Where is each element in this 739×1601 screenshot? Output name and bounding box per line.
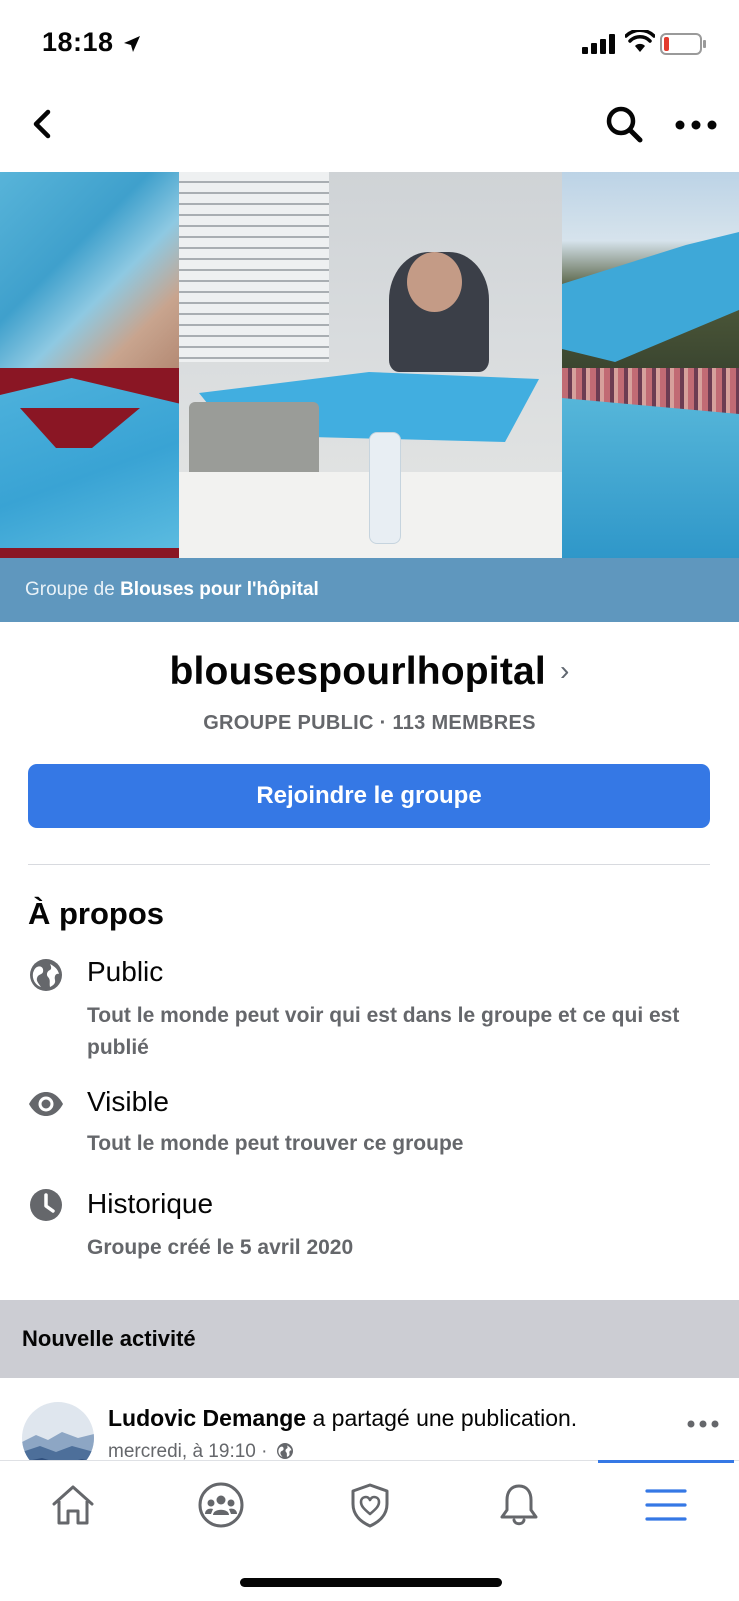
about-item-description: Tout le monde peut voir qui est dans le … [87, 1004, 680, 1059]
activity-label: Nouvelle activité [22, 1326, 196, 1351]
post-time-text: mercredi, à 19:10 · [108, 1441, 268, 1462]
post-more-icon[interactable] [686, 1414, 720, 1434]
group-title[interactable]: blousespourlhopital › [0, 650, 739, 694]
about-item-heading: Public [87, 956, 164, 987]
wifi-icon [625, 30, 655, 52]
cover-photo-outdoor-gown [562, 172, 739, 368]
about-item-description: Tout le monde peut trouver ce groupe [87, 1132, 464, 1155]
cover-caption-prefix: Groupe de [25, 579, 115, 600]
join-group-button[interactable]: Rejoindre le groupe [28, 764, 710, 828]
cover-photo-red-fabric [0, 368, 179, 558]
group-name-text: blousespourlhopital [169, 650, 546, 693]
group-meta: GROUPE PUBLIC · 113 MEMBRES [203, 712, 536, 734]
groups-icon[interactable] [196, 1480, 246, 1530]
about-title: À propos [28, 896, 165, 931]
cellular-signal-icon [582, 34, 615, 54]
battery-low-icon [660, 33, 706, 55]
clock-icon [30, 1189, 62, 1221]
cover-caption-group-name[interactable]: Blouses pour l'hôpital [120, 579, 319, 600]
post-headline: Ludovic Demange a partagé une publicatio… [108, 1405, 577, 1432]
divider [28, 864, 710, 865]
status-time: 18:18 [42, 27, 114, 57]
chevron-right-icon: › [559, 655, 570, 686]
shield-heart-icon[interactable] [345, 1480, 395, 1530]
eye-icon [29, 1092, 63, 1116]
home-icon[interactable] [48, 1480, 98, 1530]
about-item-description: Groupe créé le 5 avril 2020 [87, 1236, 354, 1259]
globe-icon [30, 959, 62, 991]
post-author[interactable]: Ludovic Demange [108, 1405, 306, 1431]
home-indicator[interactable] [240, 1578, 502, 1587]
menu-icon[interactable] [641, 1480, 691, 1530]
active-tab-indicator [598, 1460, 734, 1463]
bell-icon[interactable] [494, 1480, 544, 1530]
search-icon[interactable] [604, 104, 644, 144]
cover-photo-gown-sleeve [0, 172, 179, 368]
cover-photo[interactable] [0, 172, 739, 558]
about-item-heading: Historique [87, 1188, 214, 1219]
cover-caption: Groupe de Blouses pour l'hôpital [0, 558, 739, 622]
back-button[interactable] [22, 104, 62, 144]
globe-icon [276, 1443, 293, 1459]
cover-photo-sewing-workshop [179, 172, 562, 558]
post-action: a partagé une publication. [312, 1405, 578, 1431]
cover-photo-striped-fabric [562, 368, 739, 558]
location-arrow-icon [124, 36, 140, 52]
about-item-heading: Visible [87, 1086, 169, 1117]
more-options-icon[interactable] [672, 112, 720, 138]
